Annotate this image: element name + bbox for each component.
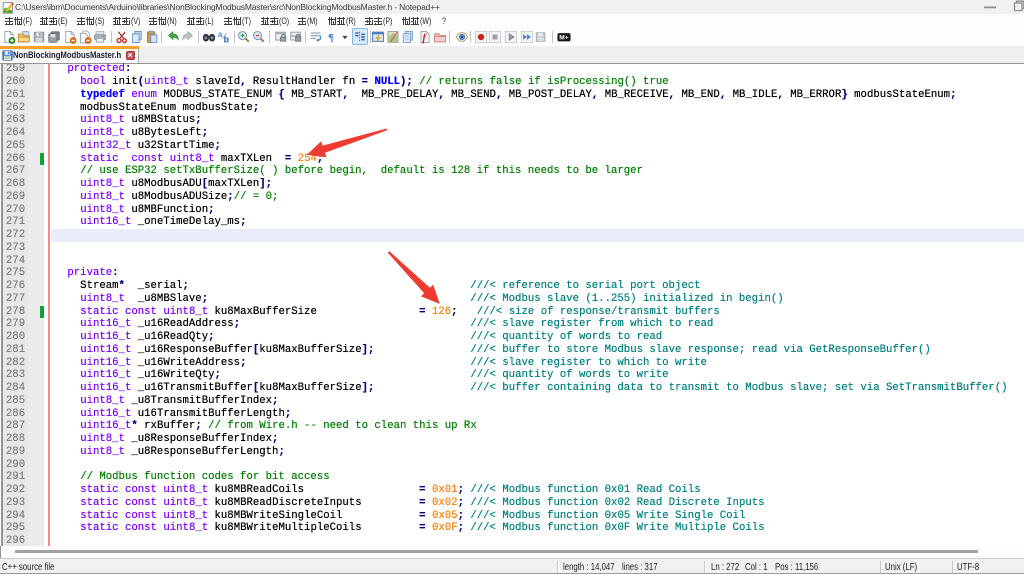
svg-text:M+: M+ [559,35,568,42]
svg-text:¶: ¶ [328,32,334,44]
svg-text:a: a [218,30,223,39]
